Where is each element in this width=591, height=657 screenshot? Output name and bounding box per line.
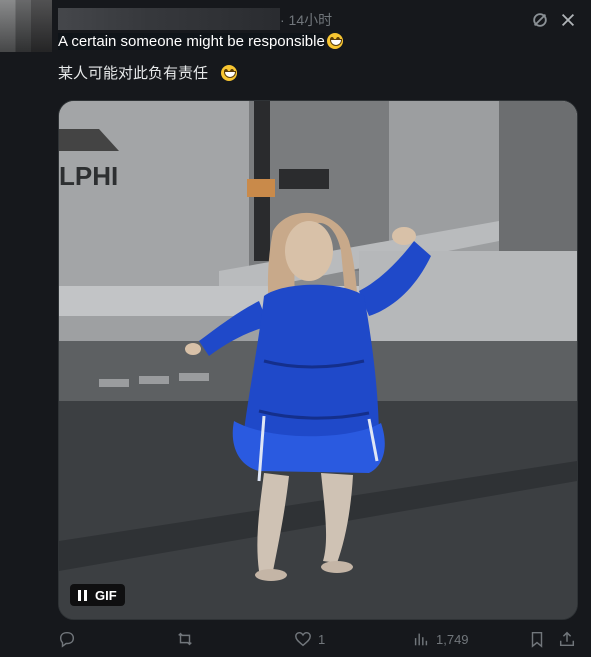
reply-button[interactable] <box>58 630 82 648</box>
tweet-text-english: A certain someone might be responsible <box>58 33 343 50</box>
share-icon <box>559 631 575 647</box>
retweet-icon <box>178 632 192 646</box>
heart-icon <box>295 631 311 647</box>
grinning-emoji-icon <box>220 65 237 81</box>
share-button[interactable] <box>558 630 576 648</box>
bookmark-button[interactable] <box>528 630 546 648</box>
views-count: 1,749 <box>436 631 469 647</box>
bookmark-icon <box>531 631 543 648</box>
background-sign-text: LPHI <box>59 161 118 191</box>
gif-label: GIF <box>95 587 117 603</box>
tweet-text-line2: 某人可能对此负有责任 <box>58 64 209 82</box>
retweet-button[interactable] <box>176 630 200 648</box>
more-options-icon[interactable] <box>558 10 578 30</box>
gif-frame: LPHI <box>59 101 577 619</box>
tweet-actions-bar: 1 1,749 <box>0 630 591 652</box>
pause-icon <box>78 589 87 601</box>
grok-icon[interactable] <box>530 10 550 30</box>
tweet-text-line1: A certain someone might be responsible <box>58 33 325 50</box>
reply-icon <box>59 631 75 648</box>
views-chart-icon <box>414 633 428 646</box>
views-button[interactable]: 1,749 <box>412 630 469 648</box>
gif-badge[interactable]: GIF <box>70 584 125 606</box>
tweet-text-chinese: 某人可能对此负有责任 <box>58 62 237 83</box>
tweet-timestamp[interactable]: · 14小时 <box>280 10 332 30</box>
like-count: 1 <box>318 631 326 647</box>
like-button[interactable]: 1 <box>294 630 325 648</box>
tweet-media-gif[interactable]: LPHI <box>58 100 578 620</box>
author-avatar[interactable] <box>0 0 52 52</box>
author-name-blurred[interactable] <box>58 8 280 30</box>
grinning-emoji-icon <box>326 33 343 49</box>
